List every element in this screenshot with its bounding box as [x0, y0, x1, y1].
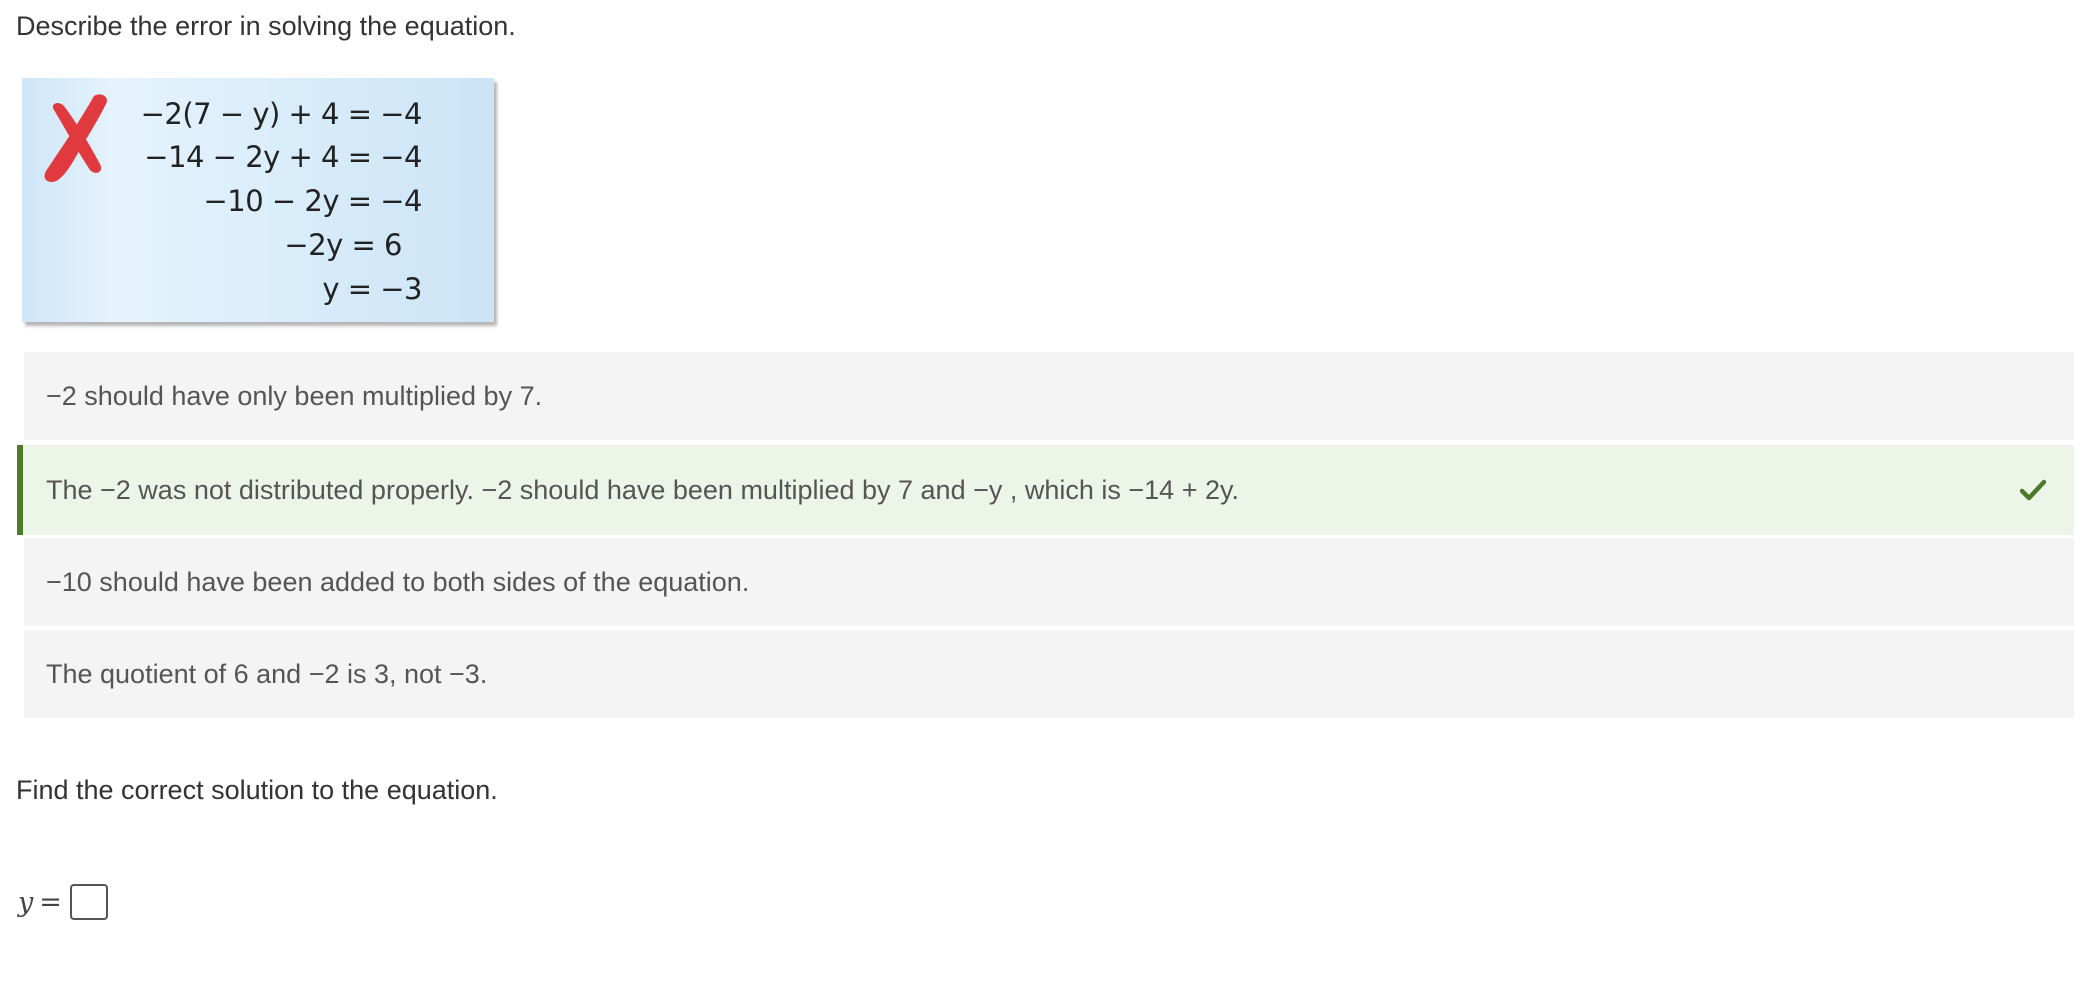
answer-choice-1[interactable]: −2 should have only been multiplied by 7…	[24, 352, 2074, 440]
equals-sign: =	[39, 886, 62, 918]
equation-step-5: y = −3	[322, 272, 422, 306]
equation-step-3: −10 − 2y = −4	[203, 184, 422, 218]
question-prompt-describe: Describe the error in solving the equati…	[16, 11, 516, 41]
equation-step-1: −2(7 − y) + 4 = −4	[140, 97, 423, 131]
answer-choice-text: The −2 was not distributed properly. −2 …	[46, 474, 1239, 505]
answer-choice-text: The quotient of 6 and −2 is 3, not −3.	[46, 658, 488, 689]
answer-label: y =	[18, 887, 62, 918]
red-x-icon	[44, 94, 107, 182]
answer-entry-row: y =	[18, 884, 108, 920]
worked-solution-figure: −2(7 − y) + 4 = −4 −14 − 2y + 4 = −4 −10…	[22, 78, 494, 322]
answer-choice-2[interactable]: The −2 was not distributed properly. −2 …	[17, 445, 2074, 535]
answer-choice-4[interactable]: The quotient of 6 and −2 is 3, not −3.	[24, 630, 2074, 718]
checkmark-icon	[2020, 479, 2046, 501]
answer-input[interactable]	[69, 884, 108, 920]
answer-choice-text: −10 should have been added to both sides…	[46, 566, 750, 597]
equation-step-4: −2y = 6	[284, 228, 402, 262]
answer-choice-3[interactable]: −10 should have been added to both sides…	[24, 538, 2074, 626]
answer-choice-text: −2 should have only been multiplied by 7…	[46, 380, 543, 411]
question-prompt-solve: Find the correct solution to the equatio…	[16, 775, 498, 805]
answer-variable: y	[18, 886, 34, 918]
equation-step-2: −14 − 2y + 4 = −4	[144, 140, 422, 174]
